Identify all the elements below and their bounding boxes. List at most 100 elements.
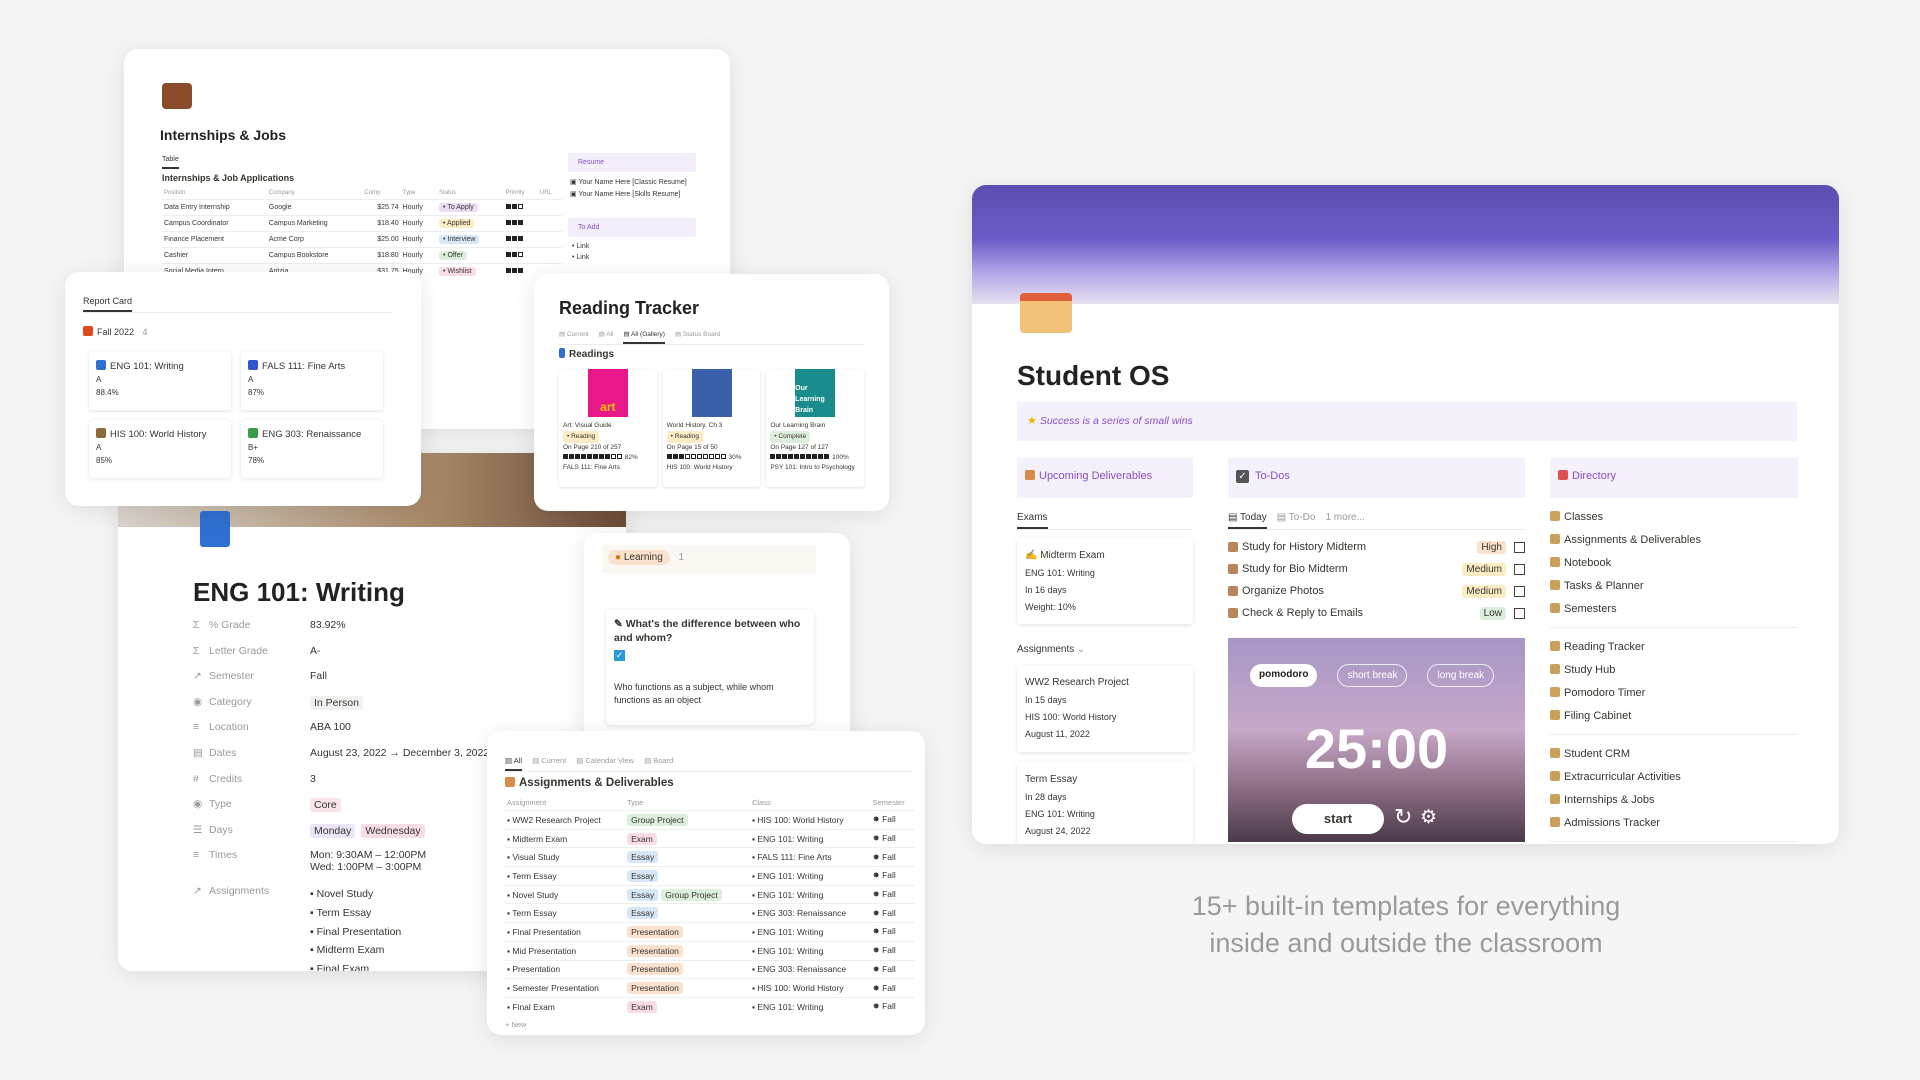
table-row[interactable]: ▪ WW2 Research Project Group Project ▪ HIS… <box>505 810 915 830</box>
course-card[interactable]: ENG 101: Writing A 88.4% <box>89 352 231 410</box>
directory-item[interactable]: Student CRM <box>1550 743 1798 766</box>
table-row[interactable]: Data Entry Internship Google $25.74 Hourly •… <box>162 199 562 216</box>
sigma-icon: Σ <box>193 644 200 657</box>
resume-link[interactable]: ▣ Your Name Here [Classic Resume] <box>570 176 694 188</box>
type-tag: Essay <box>627 851 659 864</box>
column-header[interactable]: Status <box>437 187 504 200</box>
start-button[interactable]: start <box>1292 804 1384 834</box>
property-value[interactable]: Fall <box>310 670 613 682</box>
book-card[interactable]: Our Learning Brain Our Learning Brain • Co… <box>766 369 864 487</box>
directory-item[interactable]: Internships & Jobs <box>1550 789 1798 812</box>
directory-item[interactable]: Assignments & Deliverables <box>1550 529 1798 552</box>
cell-priority <box>504 216 538 232</box>
tab-report-card[interactable]: Report Card <box>83 296 133 312</box>
property-label: Σ Letter Grade <box>193 645 310 657</box>
book-icon <box>559 348 565 358</box>
mode-short-break-button[interactable]: short break <box>1337 664 1408 687</box>
table-row[interactable]: ▪ Term Essay Essay ▪ ENG 101: Writing ✸ Fal… <box>505 866 915 886</box>
property-value[interactable]: A- <box>310 645 613 657</box>
tab-current[interactable]: ▤ Current <box>532 756 566 771</box>
new-row-button[interactable]: + New <box>505 1016 915 1029</box>
tab-calendar-view[interactable]: ▤ Calendar View <box>576 756 634 771</box>
link-item[interactable]: • Link <box>572 241 692 252</box>
todo-item[interactable]: Check & Reply to Emails Low <box>1228 602 1525 624</box>
directory-item[interactable]: Filing Cabinet <box>1550 705 1798 728</box>
table-row[interactable]: ▪ Midterm Exam Exam ▪ ENG 101: Writing ✸ Fa… <box>505 829 915 848</box>
tab-board[interactable]: ▤ Board <box>644 756 673 771</box>
column-header[interactable]: URL <box>538 187 562 200</box>
settings-icon[interactable]: ⚙ <box>1420 806 1437 829</box>
priority-bar <box>505 220 524 227</box>
tab-current[interactable]: ▤ Current <box>559 330 589 344</box>
book-card[interactable]: World History, Ch 3 • Reading On Page 15 o… <box>663 369 761 487</box>
link-item[interactable]: • Link <box>572 252 692 263</box>
deliverable-card[interactable]: WW2 Research Project In 15 days HIS 100: W… <box>1017 665 1193 751</box>
tab-1-more-[interactable]: 1 more... <box>1325 512 1364 529</box>
tab-status-board[interactable]: ▤ Status Board <box>675 330 721 344</box>
table-row[interactable]: ▪ Mid Presentation Presentation ▪ ENG 101:… <box>505 941 915 960</box>
flashcard[interactable]: ✎ What's the difference between who and … <box>606 609 814 725</box>
tab-all-gallery-[interactable]: ▤ All (Gallery) <box>623 330 665 344</box>
column-header[interactable]: Priority <box>504 187 538 200</box>
directory-item[interactable]: Semesters <box>1550 598 1798 621</box>
table-row[interactable]: ▪ Final Presentation Presentation ▪ ENG 10… <box>505 922 915 942</box>
property-label: ↗ Semester <box>193 670 310 682</box>
directory-item[interactable]: Extracurricular Activities <box>1550 766 1798 789</box>
column-header[interactable]: Type <box>625 795 750 811</box>
table-row[interactable]: ▪ Novel Study Essay Group Project ▪ ENG 101… <box>505 885 915 904</box>
directory-item[interactable]: Pomodoro Timer <box>1550 682 1798 705</box>
mode-pomodoro-button[interactable]: pomodoro <box>1250 664 1318 687</box>
tab-table[interactable]: Table <box>162 156 179 169</box>
table-row[interactable]: Campus Coordinator Campus Marketing $18.40… <box>162 215 562 232</box>
column-header[interactable]: Assignment <box>505 795 625 811</box>
checkbox[interactable] <box>1514 541 1525 553</box>
todo-item[interactable]: Organize Photos Medium <box>1228 580 1525 602</box>
table-row[interactable]: ▪ Visual Study Essay ▪ FALS 111: Fine Arts… <box>505 847 915 867</box>
table-row[interactable]: ▪ Semester Presentation Presentation ▪ HIS… <box>505 978 915 998</box>
column-header[interactable]: Type <box>401 187 437 200</box>
tab-exams[interactable]: Exams <box>1017 512 1048 529</box>
column-header[interactable]: Position <box>162 187 267 200</box>
resume-link[interactable]: ▣ Your Name Here [Skills Resume] <box>570 188 694 200</box>
table-row[interactable]: ▪ Presentation Presentation ▪ ENG 303: Ren… <box>505 960 915 979</box>
tab-all[interactable]: ▤ All <box>505 756 523 771</box>
mode-long-break-button[interactable]: long break <box>1427 664 1495 687</box>
deliverable-card[interactable]: Term Essay In 28 days ENG 101: Writing Augu… <box>1017 762 1193 844</box>
column-header[interactable]: Semester <box>871 795 915 811</box>
tab-assignments[interactable]: Assignments ⌄ <box>1017 644 1193 655</box>
column-header[interactable]: Class <box>750 795 871 811</box>
course-card[interactable]: HIS 100: World History A 85% <box>89 420 231 478</box>
course: PSY 101: Intro to Psychology <box>770 464 855 472</box>
checkbox-checked[interactable]: ✓ <box>614 650 625 662</box>
property-value[interactable]: In Person <box>310 695 613 710</box>
table-row[interactable]: Cashier Campus Bookstore $18.80 Hourly • Off… <box>162 247 562 264</box>
directory-item[interactable]: Tasks & Planner <box>1550 575 1798 598</box>
checkbox[interactable] <box>1514 563 1525 575</box>
column-header[interactable]: Company <box>267 187 363 200</box>
table-row[interactable]: ▪ Final Exam Exam ▪ ENG 101: Writing ✸ Fall <box>505 997 915 1016</box>
directory-item[interactable]: Reading Tracker <box>1550 636 1798 659</box>
directory-item[interactable]: Study Hub <box>1550 659 1798 682</box>
empty-square <box>611 454 616 460</box>
directory-item[interactable]: Classes <box>1550 506 1798 529</box>
column-header[interactable]: Comp <box>362 187 400 200</box>
todo-item[interactable]: Study for Bio Midterm Medium <box>1228 558 1525 580</box>
tab-all[interactable]: ▤ All <box>599 330 614 344</box>
property-value[interactable]: 83.92% <box>310 619 613 631</box>
tab-today[interactable]: ▤ Today <box>1228 512 1267 529</box>
todo-item[interactable]: Study for History Midterm High <box>1228 536 1525 558</box>
course-card[interactable]: FALS 111: Fine Arts A 87% <box>241 352 383 410</box>
directory-item[interactable]: Notebook <box>1550 552 1798 575</box>
book-card[interactable]: art Art: Visual Guide • Reading On Page 210… <box>559 369 657 487</box>
cell-type: Group Project <box>625 811 750 830</box>
table-row[interactable]: Finance Placement Acme Corp $25.00 Hourly • … <box>162 231 562 248</box>
directory-item[interactable]: Admissions Tracker <box>1550 812 1798 835</box>
exam-card[interactable]: ✍ Midterm Exam ENG 101: Writing In 16 days… <box>1017 538 1193 624</box>
checkbox[interactable] <box>1514 607 1525 619</box>
course-card[interactable]: ENG 303: Renaissance B+ 78% <box>241 420 383 478</box>
tab-to-do[interactable]: ▤ To-Do <box>1277 512 1316 529</box>
page-progress: On Page 15 of 50 <box>666 444 718 452</box>
reset-icon[interactable]: ↻ <box>1394 804 1412 830</box>
checkbox[interactable] <box>1514 585 1525 597</box>
table-row[interactable]: ▪ Term Essay Essay ▪ ENG 303: Renaissance ✸… <box>505 903 915 923</box>
